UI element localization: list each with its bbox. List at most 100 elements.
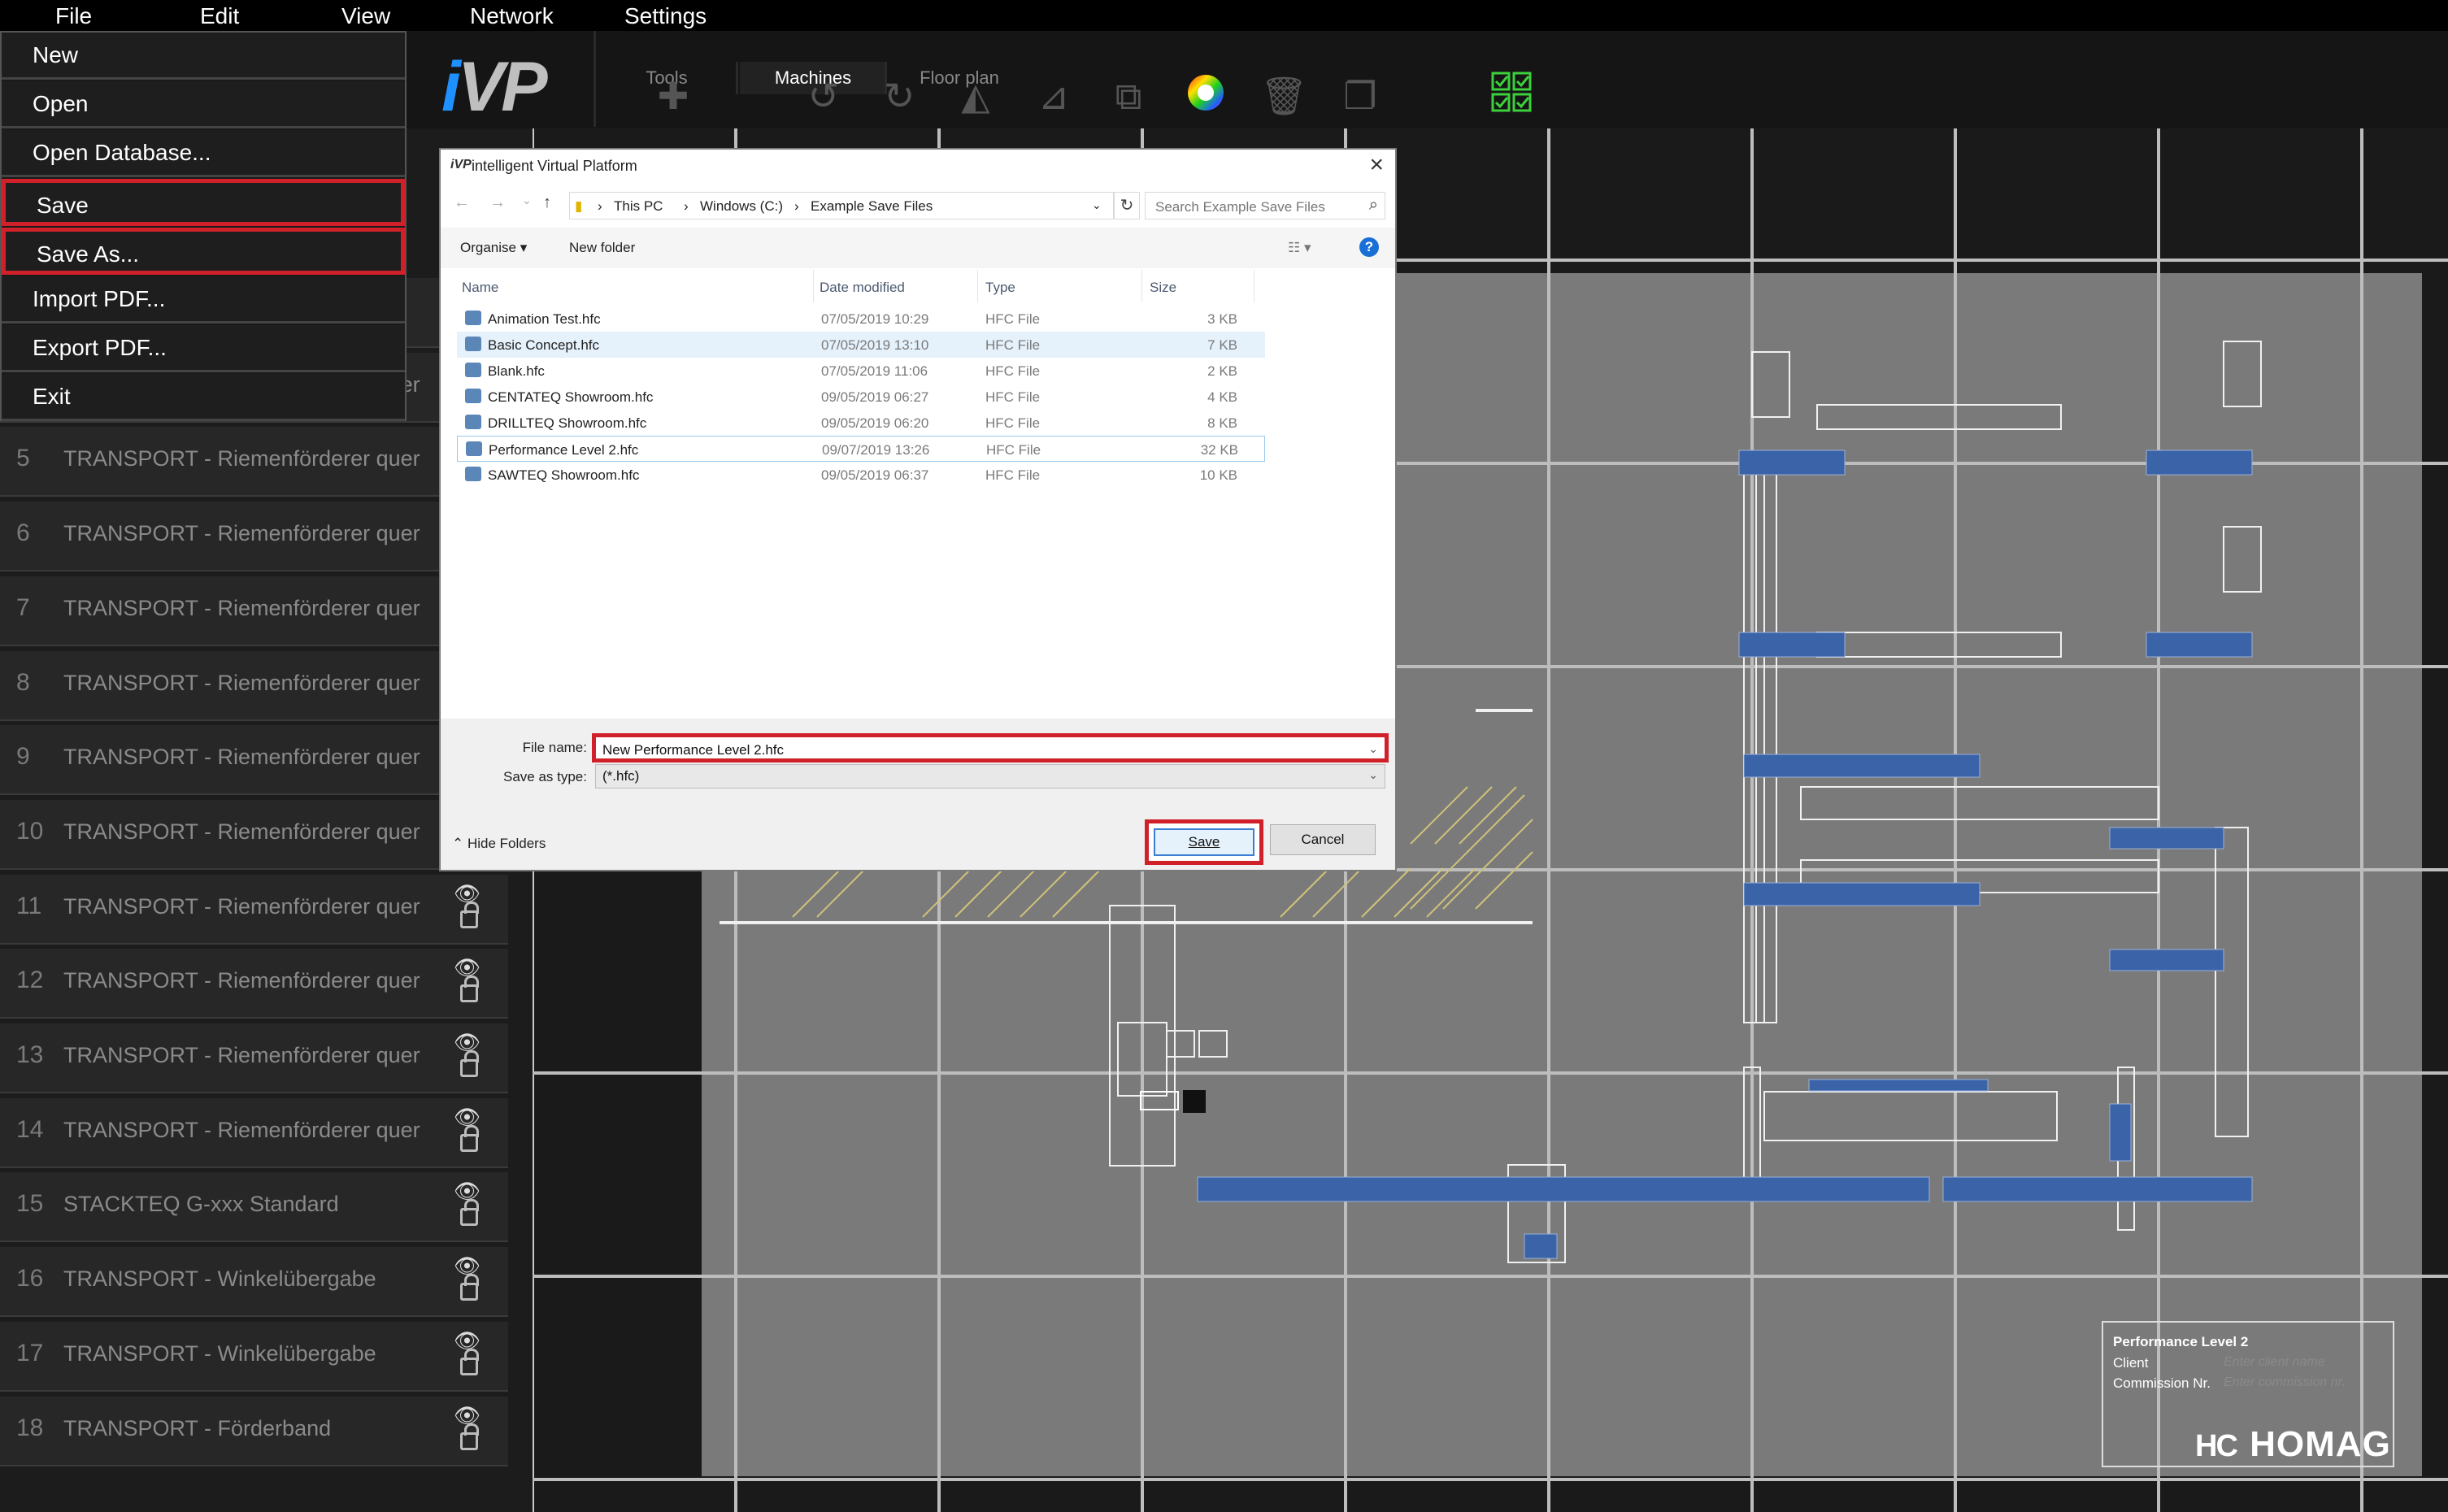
path-dropdown-icon[interactable]: ⌄ [1092,198,1102,212]
file-menu-item-import-pdf[interactable]: Import PDF... [2,276,405,324]
save-type-select[interactable]: (*.hfc) ⌄ [595,764,1385,789]
search-input[interactable]: Search Example Save Files [1155,199,1325,215]
hide-folders-button[interactable]: ⌃ Hide Folders [452,836,546,852]
client-field[interactable]: Enter client name [2224,1355,2325,1370]
file-name: SAWTEQ Showroom.hfc [488,467,640,483]
layer-item[interactable]: 8 TRANSPORT - Riemenförderer quer [0,651,508,721]
hfc-file-icon [466,441,482,456]
file-menu-item-save[interactable]: Save [2,179,405,226]
file-menu-item-open[interactable]: Open [2,81,405,128]
chevron-down-icon[interactable]: ⌄ [1368,768,1378,782]
menu-settings[interactable]: Settings [624,2,707,31]
lock-icon[interactable] [460,902,479,928]
file-menu-item-export-pdf[interactable]: Export PDF... [2,325,405,372]
history-chevron-icon[interactable]: ⌄ [522,193,532,207]
menu-view[interactable]: View [341,2,390,31]
file-row[interactable]: Basic Concept.hfc 07/05/2019 13:10 HFC Fil… [457,332,1265,358]
file-type: HFC File [985,311,1041,327]
menu-file[interactable]: File [55,2,92,31]
layer-number: 16 [16,1265,44,1292]
layer-item[interactable]: 9TRANSPORT - Riemenförderer quer👁 [0,725,508,795]
layer-item[interactable]: 7 TRANSPORT - Riemenförderer quer [0,576,508,646]
menu-edit[interactable]: Edit [200,2,239,31]
layers-icon[interactable]: ❐ [1337,73,1383,119]
lock-icon[interactable] [460,1199,479,1226]
delete-icon[interactable]: 🗑 [1260,73,1307,119]
file-row[interactable]: Animation Test.hfc 07/05/2019 10:29 HFC Fi… [457,306,1265,332]
chevron-down-icon[interactable]: ⌄ [1368,742,1378,756]
menu-network[interactable]: Network [470,2,554,31]
column-type[interactable]: Type [985,280,1015,296]
lock-icon[interactable] [460,1349,479,1375]
search-box[interactable]: Search Example Save Files ⌕ [1145,192,1385,219]
layer-item[interactable]: 5 TRANSPORT - Riemenförderer quer [0,427,508,497]
help-icon[interactable]: ? [1359,237,1379,257]
layer-name: TRANSPORT - Riemenförderer quer [63,671,420,695]
file-type: HFC File [985,389,1041,405]
layer-item[interactable]: 13 TRANSPORT - Riemenförderer quer 👁 [0,1023,508,1093]
up-icon[interactable]: ↑ [543,193,551,212]
file-menu-item-exit[interactable]: Exit [2,374,405,421]
lock-icon[interactable] [460,975,479,1002]
layer-item[interactable]: 11 TRANSPORT - Riemenförderer quer 👁 [0,875,508,945]
layer-item[interactable]: 16 TRANSPORT - Winkelübergabe 👁 [0,1247,508,1317]
select-all-icon[interactable] [1489,72,1535,117]
mirror-horizontal-icon[interactable]: ◭ [953,73,998,119]
layer-item[interactable]: 6 TRANSPORT - Riemenförderer quer [0,502,508,571]
file-name-value[interactable]: New Performance Level 2.hfc [602,742,784,758]
breadcrumb-this-pc[interactable]: This PC [614,198,663,215]
breadcrumb[interactable]: ▮ › This PC › Windows (C:) › Example Sav… [569,192,1114,219]
hfc-file-icon [465,415,481,429]
file-type: HFC File [985,363,1041,379]
file-name: CENTATEQ Showroom.hfc [488,389,654,405]
column-size[interactable]: Size [1150,280,1176,296]
back-icon[interactable]: ← [454,193,470,212]
layer-item[interactable]: 15 STACKTEQ G-xxx Standard 👁 [0,1172,508,1242]
file-row[interactable]: SAWTEQ Showroom.hfc 09/05/2019 06:37 HFC F… [457,462,1265,488]
file-menu-item-open-database[interactable]: Open Database... [2,130,405,177]
layer-item[interactable]: 18 TRANSPORT - Förderband 👁 [0,1397,508,1466]
commission-field[interactable]: Enter commission nr. [2224,1375,2346,1390]
file-date: 07/05/2019 11:06 [821,363,928,379]
mirror-vertical-icon[interactable]: ⊿ [1031,73,1076,119]
column-divider [977,270,978,302]
hfc-file-icon [465,337,481,351]
file-row[interactable]: Blank.hfc 07/05/2019 11:06 HFC File 2 KB [457,358,1265,384]
layer-item[interactable]: 10TRANSPORT - Riemenförderer quer👁 [0,800,508,870]
duplicate-icon[interactable]: ⧉ [1106,73,1151,119]
cancel-button[interactable]: Cancel [1270,824,1376,855]
file-row[interactable]: DRILLTEQ Showroom.hfc 09/05/2019 06:20 HFC… [457,410,1265,436]
lock-icon[interactable] [460,1274,479,1301]
rotate-left-icon[interactable]: ↺ [801,73,846,119]
save-button[interactable]: Save [1154,828,1254,856]
lock-icon[interactable] [460,1423,479,1450]
breadcrumb-windows[interactable]: Windows (C:) [700,198,783,215]
file-menu-item-new[interactable]: New [2,33,405,80]
color-wheel-icon[interactable] [1183,70,1228,115]
dialog-footer: File name: New Performance Level 2.hfc ⌄… [441,719,1395,870]
file-row[interactable]: CENTATEQ Showroom.hfc 09/05/2019 06:27 HFC… [457,384,1265,410]
lock-icon[interactable] [460,1050,479,1077]
breadcrumb-example-save-files[interactable]: Example Save Files [811,198,933,215]
rotate-right-icon[interactable]: ↻ [876,73,922,119]
file-name-input[interactable]: New Performance Level 2.hfc ⌄ [592,733,1389,763]
file-row[interactable]: Performance Level 2.hfc 09/07/2019 13:26 H… [457,436,1265,462]
view-options-icon[interactable]: ☷ ▾ [1288,240,1311,256]
layer-item[interactable]: 14 TRANSPORT - Riemenförderer quer 👁 [0,1098,508,1168]
file-menu-item-save-as[interactable]: Save As... [2,228,405,275]
layer-number: 9 [16,743,30,770]
organise-button[interactable]: Organise ▾ [460,240,527,256]
menu-item-label: Open Database... [33,140,211,165]
refresh-icon[interactable]: ↻ [1114,192,1140,219]
lock-icon[interactable] [460,1125,479,1152]
column-name[interactable]: Name [462,280,498,296]
file-name: Blank.hfc [488,363,545,379]
hfc-file-icon [465,389,481,403]
layer-item[interactable]: 12 TRANSPORT - Riemenförderer quer 👁 [0,949,508,1019]
close-icon[interactable]: × [1369,151,1384,179]
column-date[interactable]: Date modified [820,280,905,296]
forward-icon[interactable]: → [489,193,506,212]
new-folder-button[interactable]: New folder [569,240,635,256]
layer-item[interactable]: 17 TRANSPORT - Winkelübergabe 👁 [0,1322,508,1392]
add-machine-icon[interactable]: ✚ [650,73,696,119]
